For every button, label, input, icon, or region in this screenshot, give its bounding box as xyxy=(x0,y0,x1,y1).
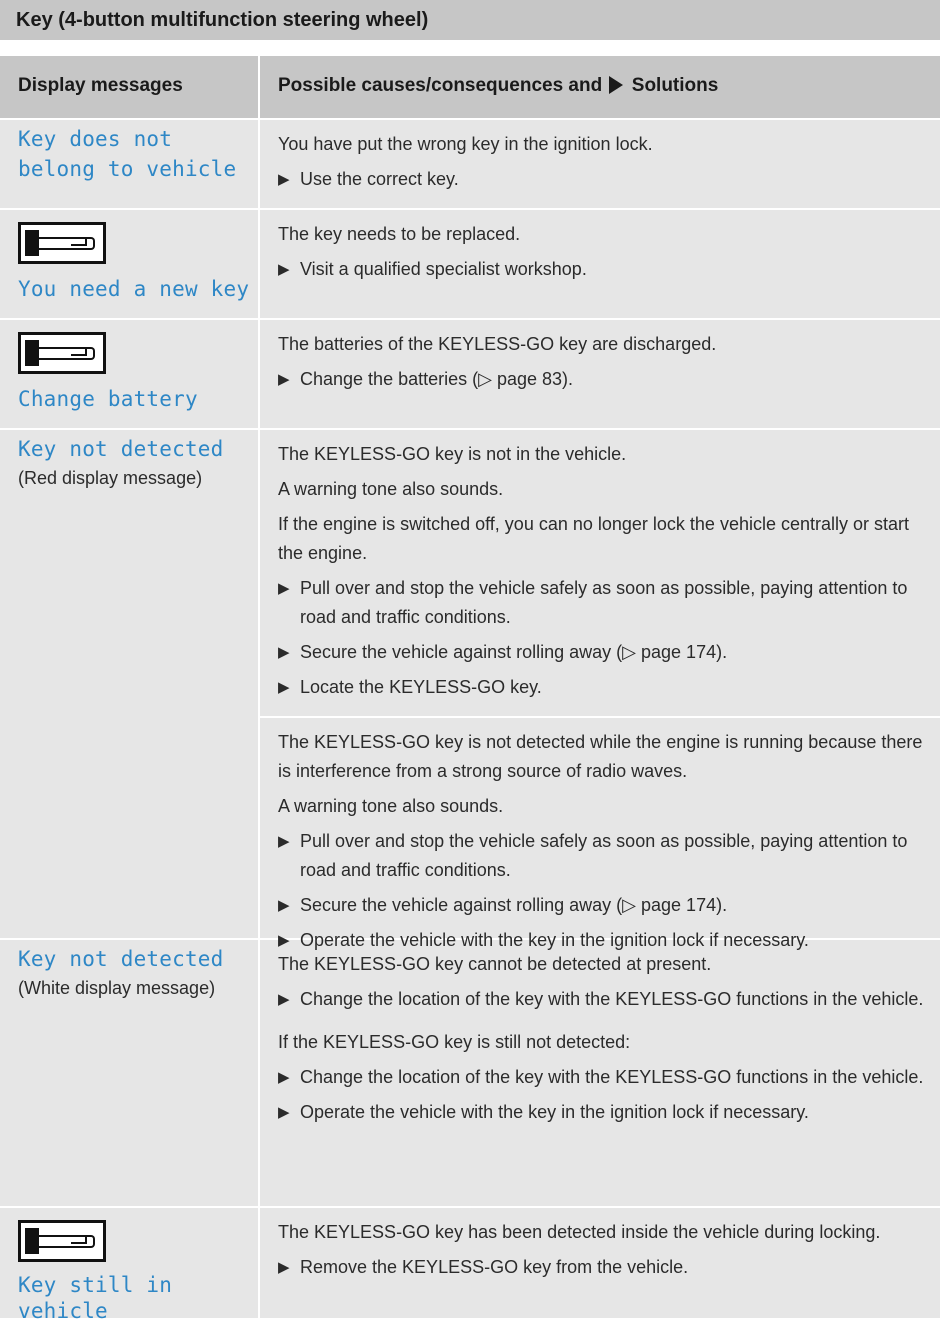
step-arrow-icon: ▶ xyxy=(278,644,290,661)
step-arrow-icon: ▶ xyxy=(278,171,290,188)
solution-step: ▶ Locate the KEYLESS-GO key. xyxy=(278,673,928,702)
section-title: Key (4-button multifunction steering whe… xyxy=(0,0,940,40)
solution-step: ▶ Remove the KEYLESS-GO key from the vehi… xyxy=(278,1253,928,1282)
manual-page: Key (4-button multifunction steering whe… xyxy=(0,0,940,1323)
step-arrow-icon: ▶ xyxy=(278,991,290,1008)
solution-step: ▶ Change the location of the key with the… xyxy=(278,985,928,1014)
display-message: Key not detected xyxy=(18,947,224,971)
step-arrow-icon: ▶ xyxy=(278,1259,290,1276)
display-message: Change battery xyxy=(18,387,198,411)
solution-step: ▶ Operate the vehicle with the key in the… xyxy=(278,1098,928,1127)
step-arrow-icon: ▶ xyxy=(278,1069,290,1086)
cause-text: The KEYLESS-GO key is not in the vehicle… xyxy=(278,444,627,464)
table-row: Key not detected (Red display message) T… xyxy=(0,430,940,950)
step-arrow-icon: ▶ xyxy=(278,897,290,914)
message-subtitle: (White display message) xyxy=(18,978,216,998)
cause-block: The KEYLESS-GO key is not in the vehicle… xyxy=(278,440,928,702)
solution-step: ▶ Change the location of the key with the… xyxy=(278,1063,928,1092)
message-subtitle: (Red display message) xyxy=(18,468,203,488)
solution-step: ▶ Pull over and stop the vehicle safely a… xyxy=(278,574,928,632)
solution-step: ▶ Pull over and stop the vehicle safely a… xyxy=(278,827,928,885)
cause-text: You have put the wrong key in the igniti… xyxy=(278,134,653,154)
display-message: You need a new key xyxy=(18,277,250,301)
solution-step: ▶ Operate the vehicle with the key in the… xyxy=(278,926,928,955)
solution-step: ▶ Secure the vehicle against rolling away… xyxy=(278,638,928,667)
table-row: Key does not belong to vehicle You have … xyxy=(0,120,940,210)
sub-divider xyxy=(260,716,940,718)
cause-text: If the KEYLESS-GO key is still not detec… xyxy=(278,1032,631,1052)
cause-text: A warning tone also sounds. xyxy=(278,479,504,499)
key-icon xyxy=(18,222,106,264)
cause-text: The KEYLESS-GO key is not detected while… xyxy=(278,732,923,781)
header-causes-text: Possible causes/consequences and xyxy=(278,75,603,96)
header-causes-solutions: Possible causes/consequences and Solutio… xyxy=(258,56,940,118)
display-message: Key does not belong to vehicle xyxy=(18,127,237,181)
header-solutions-text: Solutions xyxy=(631,75,719,96)
solution-arrow-icon xyxy=(609,76,624,94)
cause-text: If the engine is switched off, you can n… xyxy=(278,514,910,563)
step-arrow-icon: ▶ xyxy=(278,1104,290,1121)
display-message: Key not detected xyxy=(18,437,224,461)
display-messages-table: Display messages Possible causes/consequ… xyxy=(0,56,940,1323)
table-row: You need a new key The key needs to be r… xyxy=(0,210,940,320)
table-row: Change battery The batteries of the KEYL… xyxy=(0,320,940,430)
cause-text: The batteries of the KEYLESS-GO key are … xyxy=(278,334,717,354)
cause-text: The KEYLESS-GO key has been detected ins… xyxy=(278,1222,881,1242)
step-arrow-icon: ▶ xyxy=(278,371,290,388)
solution-step: ▶ Visit a qualified specialist workshop. xyxy=(278,255,928,284)
cause-block: The KEYLESS-GO key is not detected while… xyxy=(278,728,928,955)
step-arrow-icon: ▶ xyxy=(278,932,290,949)
table-header-row: Display messages Possible causes/consequ… xyxy=(0,56,940,120)
table-row: Key not detected (White display message)… xyxy=(0,940,940,1208)
key-icon xyxy=(18,332,106,374)
cause-text: The key needs to be replaced. xyxy=(278,224,521,244)
step-arrow-icon: ▶ xyxy=(278,580,290,597)
step-arrow-icon: ▶ xyxy=(278,679,290,696)
solution-step: ▶ Use the correct key. xyxy=(278,165,928,194)
key-icon xyxy=(18,1220,106,1262)
solution-step: ▶ Change the batteries (▷ page 83). xyxy=(278,365,928,394)
step-arrow-icon: ▶ xyxy=(278,261,290,278)
header-display-messages: Display messages xyxy=(18,75,183,96)
display-message: Key still in vehicle xyxy=(18,1273,173,1323)
step-arrow-icon: ▶ xyxy=(278,833,290,850)
cause-text: A warning tone also sounds. xyxy=(278,796,504,816)
solution-step: ▶ Secure the vehicle against rolling away… xyxy=(278,891,928,920)
table-row: Key still in vehicle The KEYLESS-GO key … xyxy=(0,1208,940,1323)
